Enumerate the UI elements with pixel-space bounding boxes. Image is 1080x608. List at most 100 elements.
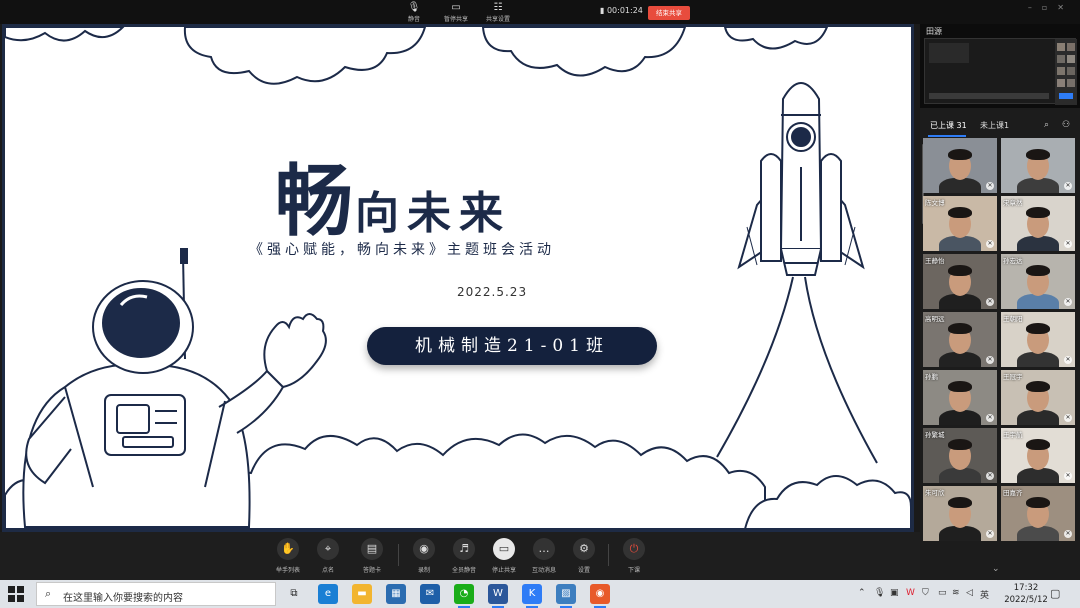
participant-video-tile[interactable]: 高明远 ✕ xyxy=(923,312,997,367)
members-icon[interactable]: ⚇ xyxy=(1062,120,1070,130)
stop-share-button[interactable]: ▭ 停止共享 xyxy=(482,538,526,574)
task-view-icon[interactable]: ⧉ xyxy=(284,584,304,604)
class-app-icon[interactable]: K xyxy=(522,584,542,608)
participant-video-tile[interactable]: ✕ xyxy=(923,138,997,193)
participant-video-tile[interactable]: 王朝阳 ✕ xyxy=(1001,312,1075,367)
share-settings-button[interactable]: ☷ 共享设置 xyxy=(478,2,518,24)
photos-icon[interactable]: ▨ xyxy=(556,584,576,608)
notification-icon[interactable]: ▢ xyxy=(1050,587,1060,600)
answer-card-button[interactable]: ▤ 答题卡 xyxy=(350,538,394,574)
mic-tray-icon[interactable]: 🎙 xyxy=(874,588,885,598)
tab-joined-count: 31 xyxy=(956,121,967,130)
participant-hair xyxy=(1026,323,1050,334)
participant-name: 高明远 xyxy=(925,315,945,323)
wechat-icon[interactable]: ◔ xyxy=(454,584,474,608)
participant-mic-icon: ✕ xyxy=(986,356,994,364)
record-button[interactable]: ◉ 录制 xyxy=(402,538,446,574)
shield-icon[interactable]: ⛉ xyxy=(922,588,929,598)
participant-name: 孙鹏 xyxy=(925,373,938,381)
mute-all-button[interactable]: ♬ 全员静音 xyxy=(442,538,486,574)
word-icon[interactable]: W xyxy=(488,584,508,608)
participant-hair xyxy=(948,323,972,334)
pause-share-label: 暂停共享 xyxy=(443,16,468,23)
participant-body xyxy=(1017,352,1059,367)
participant-mic-icon: ✕ xyxy=(1064,298,1072,306)
participant-video-tile[interactable]: 陈文博 ✕ xyxy=(923,196,997,251)
participant-mic-icon: ✕ xyxy=(986,530,994,538)
scroll-down-icon[interactable]: ⌄ xyxy=(992,564,1000,574)
participant-panel: 田源 已上课 31 未上课1 ⌕ ⚇ ✕ ✕ 陈文博 ✕ 宋章然 ✕ 王静怡 ✕… xyxy=(920,24,1080,580)
maximize-icon[interactable]: ▫ xyxy=(1042,3,1057,12)
participant-hair xyxy=(1026,381,1050,392)
participant-name: 王冠宇 xyxy=(1003,373,1023,381)
hand-raise-list-button[interactable]: ✋ 举手列表 xyxy=(266,538,310,574)
settings-button[interactable]: ⚙ 设置 xyxy=(562,538,606,574)
folder-icon[interactable]: ▬ xyxy=(352,584,372,604)
tab-joined[interactable]: 已上课 31 xyxy=(930,120,967,131)
participant-video-tile[interactable]: ✕ xyxy=(1001,138,1075,193)
active-tab-indicator xyxy=(928,135,966,137)
rocket xyxy=(737,82,865,276)
office-tray-icon[interactable]: W xyxy=(906,588,915,598)
participant-video-tile[interactable]: 王静怡 ✕ xyxy=(923,254,997,309)
taskbar-search-box[interactable]: ⌕ 在这里输入你要搜索的内容 xyxy=(36,582,276,606)
record-icon: ◉ xyxy=(413,538,435,560)
store-icon[interactable]: ▦ xyxy=(386,584,406,604)
participant-mic-icon: ✕ xyxy=(986,182,994,190)
participant-video-tile[interactable]: 王宇航 ✕ xyxy=(1001,428,1075,483)
mute-button[interactable]: 🎙 静音 xyxy=(394,2,434,24)
windows-start-icon[interactable] xyxy=(8,586,24,602)
slide-illustration xyxy=(5,27,911,529)
roll-call-button[interactable]: ⌖ 点名 xyxy=(306,538,350,574)
participant-mic-icon: ✕ xyxy=(1064,240,1072,248)
participant-video-tile[interactable]: 孙宏达 ✕ xyxy=(1001,254,1075,309)
gear-icon: ⚙ xyxy=(573,538,595,560)
slide-title: 畅向未来 xyxy=(275,139,511,251)
mic-icon: 🎙 xyxy=(407,2,421,13)
end-class-button[interactable]: ⏻ 下课 xyxy=(612,538,656,574)
pause-share-button[interactable]: ▭ 暂停共享 xyxy=(436,2,476,24)
tab-not-joined[interactable]: 未上课1 xyxy=(980,120,1009,131)
participant-body xyxy=(939,178,981,193)
record-app-icon[interactable]: ◉ xyxy=(590,584,610,608)
participant-mic-icon: ✕ xyxy=(986,414,994,422)
participant-video-tile[interactable]: 王冠宇 ✕ xyxy=(1001,370,1075,425)
mute-all-label: 全员静音 xyxy=(451,567,476,574)
participant-body xyxy=(939,294,981,309)
participant-hair xyxy=(948,149,972,160)
end-share-button[interactable]: 结束共享 xyxy=(648,6,690,20)
participant-video-tile[interactable]: 田嘉齐 ✕ xyxy=(1001,486,1075,541)
participant-video-tile[interactable]: 孙鹏 ✕ xyxy=(923,370,997,425)
chevron-up-icon[interactable]: ⌃ xyxy=(858,588,866,598)
edge-icon[interactable]: e xyxy=(318,584,338,604)
participant-video-tile[interactable]: 孙繁城 ✕ xyxy=(923,428,997,483)
taskbar-clock[interactable]: 17:32 2022/5/12 xyxy=(998,582,1054,606)
participant-body xyxy=(939,352,981,367)
wifi-icon[interactable]: ≋ xyxy=(952,588,960,598)
volume-icon[interactable]: ◁ xyxy=(966,588,973,598)
share-preview-thumbnail[interactable] xyxy=(924,38,1077,105)
participant-video-tile[interactable]: 宋章然 ✕ xyxy=(1001,196,1075,251)
interactive-messages-label: 互动消息 xyxy=(531,567,556,574)
participant-mic-icon: ✕ xyxy=(986,298,994,306)
interactive-messages-button[interactable]: … 互动消息 xyxy=(522,538,566,574)
participant-name: 孙宏达 xyxy=(1003,257,1023,265)
search-icon[interactable]: ⌕ xyxy=(1044,120,1049,130)
participant-name: 宋章然 xyxy=(1003,199,1023,207)
signal-icon: ▮ xyxy=(600,6,605,15)
participant-video-tile[interactable]: 朱可欣 ✕ xyxy=(923,486,997,541)
participant-mic-icon: ✕ xyxy=(1064,182,1072,190)
app-tray-icon[interactable]: ▣ xyxy=(890,588,899,598)
mail-icon[interactable]: ✉ xyxy=(420,584,440,604)
participant-hair xyxy=(948,497,972,508)
shared-slide: 畅向未来 《强心赋能，畅向未来》主题班会活动 2022.5.23 机械制造21-… xyxy=(2,24,914,532)
battery-icon[interactable]: ▭ xyxy=(938,588,947,598)
settings-label: 设置 xyxy=(577,567,590,574)
stop-share-label: 停止共享 xyxy=(491,567,516,574)
presenter-name: 田源 xyxy=(926,27,942,36)
slide-title-rest: 向未来 xyxy=(355,188,512,239)
minimize-icon[interactable]: – xyxy=(1028,3,1042,12)
close-icon[interactable]: ✕ xyxy=(1057,3,1074,12)
ime-indicator[interactable]: 英 xyxy=(980,588,989,601)
answer-card-label: 答题卡 xyxy=(362,567,381,574)
